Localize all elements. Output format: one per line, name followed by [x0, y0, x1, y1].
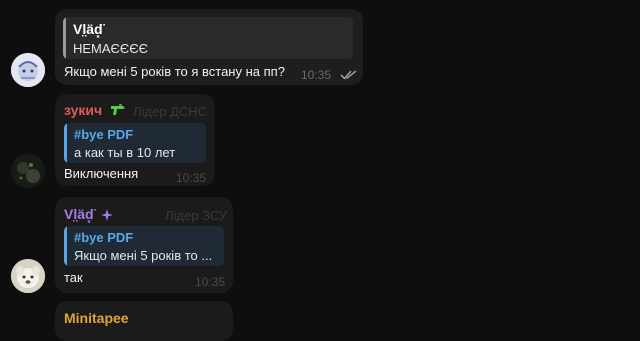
member-role: Лідер ЗСУ [165, 208, 227, 223]
message-text: так [64, 270, 83, 285]
message-time: 10:35 [176, 171, 207, 185]
double-check-icon [340, 70, 357, 80]
message-time: 10:35 [301, 68, 332, 82]
reply-quote[interactable]: Vl̤äd͓̈ НЕМАЄЄЄЄ [63, 17, 353, 59]
message-text: Виключення [64, 166, 139, 181]
reply-author: #bye PDF [74, 230, 134, 245]
message-time: 10:35 [195, 275, 226, 289]
avatar[interactable] [11, 259, 45, 293]
sender-name-text: Vl̤äd͓̈ [64, 206, 94, 222]
white-dog-avatar-icon [11, 259, 45, 293]
sparkle-icon [101, 209, 114, 221]
avatar[interactable] [11, 53, 45, 87]
water-gun-icon [111, 104, 126, 115]
message-bubble[interactable]: зукич Лідер ДСНС #bye PDF а как ты в 10 … [55, 94, 215, 186]
message-bubble[interactable]: Minitapee [55, 301, 233, 341]
reply-text: Якщо мені 5 років то ... [74, 248, 213, 263]
avatar[interactable] [11, 154, 45, 188]
message-bubble[interactable]: Vl̤äd͓̈ НЕМАЄЄЄЄ Якщо мені 5 років то я… [55, 9, 363, 85]
member-role: Лідер ДСНС [133, 104, 208, 119]
reply-bar [63, 17, 66, 59]
reply-text: а как ты в 10 лет [74, 145, 176, 160]
reply-bar [64, 123, 67, 163]
message-text: Якщо мені 5 років то я встану на пп? [64, 64, 285, 79]
sender-name[interactable]: Vl̤äd͓̈ [64, 206, 114, 222]
sender-name-text: зукич [64, 102, 103, 118]
reply-author: Vl̤äd͓̈ [73, 21, 103, 37]
reply-quote[interactable]: #bye PDF Якщо мені 5 років то ... [64, 226, 224, 266]
sender-name[interactable]: зукич [64, 102, 126, 118]
reply-bar [64, 226, 67, 266]
reply-author: #bye PDF [74, 127, 134, 142]
user-avatar-drawing-icon [11, 53, 45, 87]
reply-quote[interactable]: #bye PDF а как ты в 10 лет [64, 123, 206, 163]
message-bubble[interactable]: Vl̤äd͓̈ Лідер ЗСУ #bye PDF Якщо мені 5 … [55, 197, 233, 293]
dark-avatar-icon [11, 154, 45, 188]
reply-text: НЕМАЄЄЄЄ [73, 41, 148, 56]
